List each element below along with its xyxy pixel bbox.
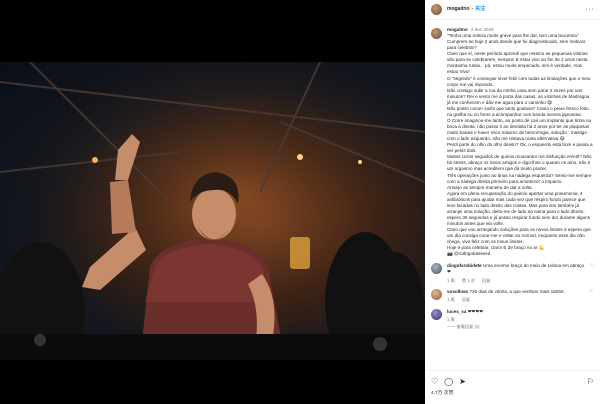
caption-username[interactable]: mogaitno [447, 27, 468, 32]
comment-item: diogofarobidete Uma enorme braço do meio… [431, 263, 594, 283]
post-sidebar: mogaitno • 关注 ··· mogaitno 2 dec 2019 "T… [425, 0, 600, 404]
comment-icon[interactable]: ◯ [444, 378, 453, 386]
comment-likes[interactable]: 赞 1 次 [462, 278, 475, 283]
post-actions: ♡ ◯ ➤ ⚐ 4.7万 次赞 [425, 370, 600, 404]
commenter-avatar[interactable] [431, 263, 442, 275]
view-replies-link[interactable]: —— 查看回复 (1) [447, 324, 594, 330]
follow-button[interactable]: 关注 [475, 6, 485, 13]
caption-author-avatar[interactable] [431, 28, 442, 39]
comment-reply-link[interactable]: 回复 [462, 297, 470, 302]
comment-time: 1 周 [447, 277, 455, 283]
likes-count[interactable]: 4.7万 次赞 [431, 391, 594, 397]
comment-meta: 1 周 回复 [447, 297, 587, 303]
commenter-username[interactable]: vosollnex [447, 289, 468, 294]
commenter-username[interactable]: luces_sa [447, 309, 466, 314]
commenter-avatar[interactable] [431, 308, 442, 320]
comment-like-icon[interactable]: ♡ [590, 289, 594, 303]
post-photo [0, 62, 425, 360]
heart-icon[interactable]: ♡ [431, 378, 438, 386]
comment-meta: 1 周 赞 1 次 回复 [447, 278, 587, 284]
post-caption: mogaitno 2 dec 2019 "Tenho uma noticia m… [431, 27, 594, 257]
comment-text: ❤❤❤❤ [467, 308, 484, 314]
caption-date: 2 dec 2019 [470, 27, 494, 32]
post-header: mogaitno • 关注 ··· [425, 0, 600, 20]
share-icon[interactable]: ➤ [459, 378, 466, 386]
comment-time: 1 周 [447, 316, 455, 322]
header-separator: • [471, 6, 474, 12]
commenter-username[interactable]: diogofarobidete [447, 263, 482, 268]
post-media[interactable] [0, 0, 425, 404]
comment-like-icon[interactable]: ♡ [590, 263, 594, 283]
comment-reply-link[interactable]: 回复 [482, 278, 490, 283]
bookmark-icon[interactable]: ⚐ [587, 378, 594, 386]
commenter-avatar[interactable] [431, 289, 442, 301]
comment-text: 730 dias de vitória, a que venham mais 1… [469, 289, 565, 295]
post-photo-illustration [0, 62, 425, 360]
comment-meta: 1 周 [447, 317, 594, 323]
comment-item: luces_sa ❤❤❤❤ 1 周 —— 查看回复 (1) [431, 308, 594, 330]
caption-text: "Tenho uma noticia muito grave para lhe … [447, 33, 593, 257]
comments-section[interactable]: mogaitno 2 dec 2019 "Tenho uma noticia m… [425, 21, 600, 370]
author-username[interactable]: mogaitno [447, 6, 470, 13]
author-avatar[interactable] [431, 4, 442, 15]
more-options-icon[interactable]: ··· [586, 5, 595, 14]
comment-item: vosollnex 730 dias de vitória, a que ven… [431, 289, 594, 303]
comment-time: 1 周 [447, 297, 455, 303]
